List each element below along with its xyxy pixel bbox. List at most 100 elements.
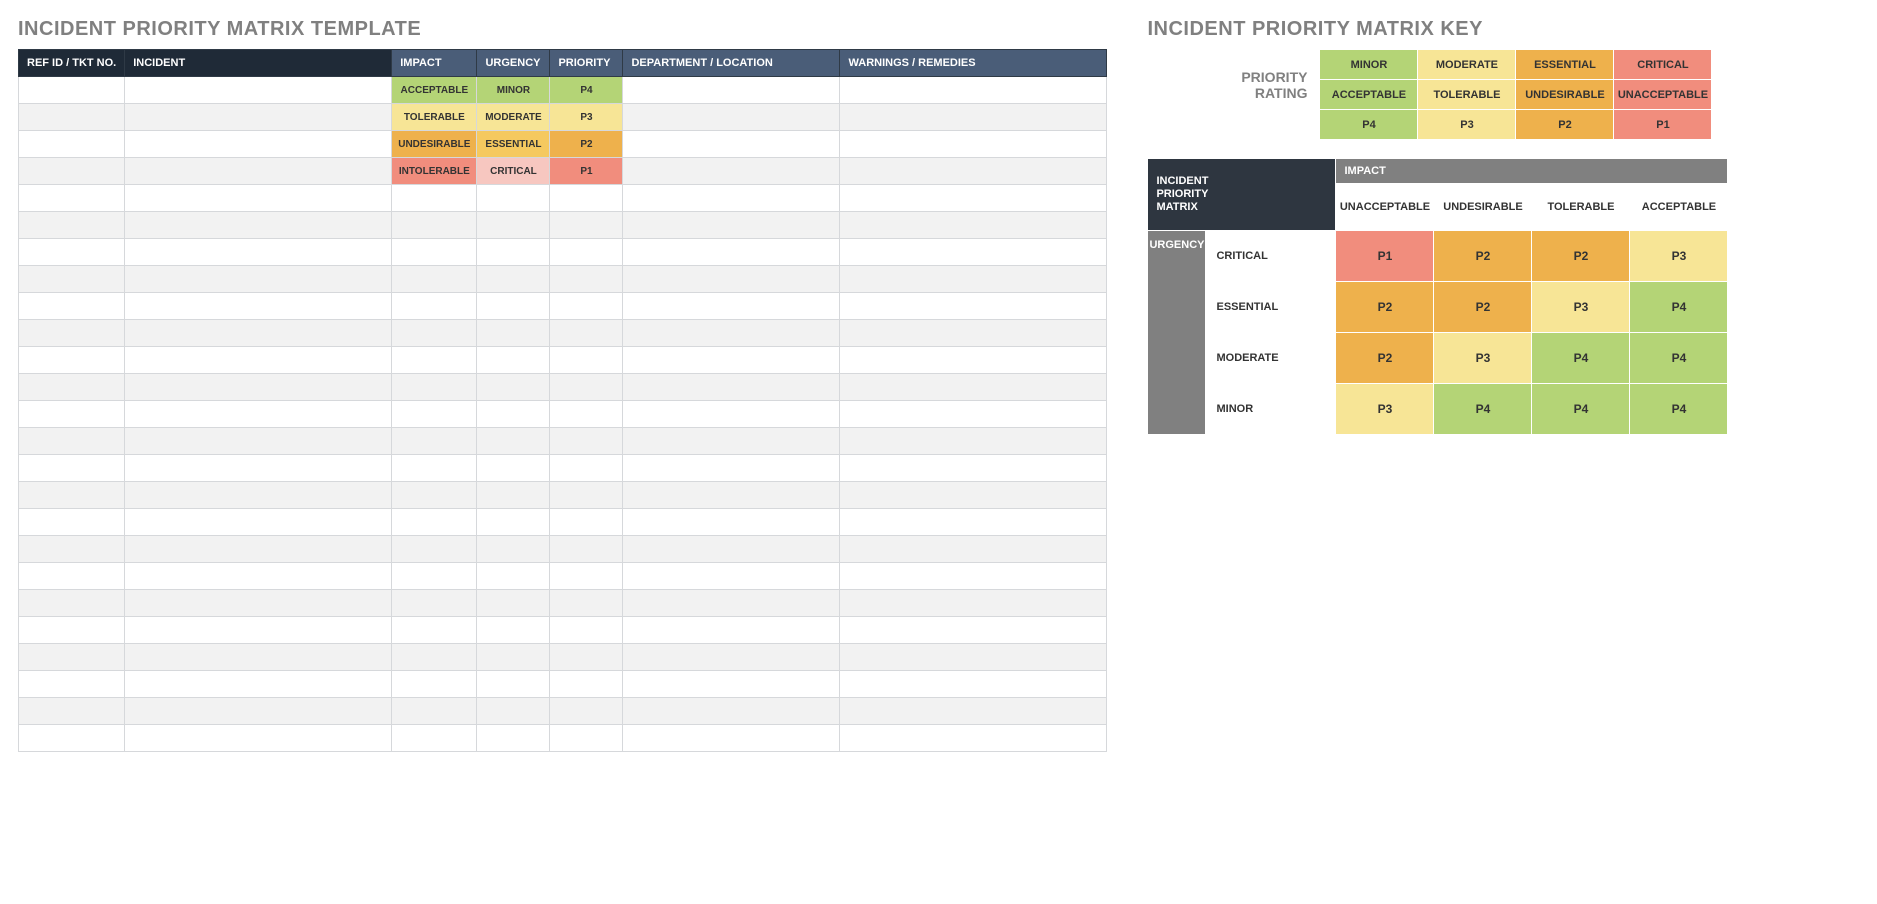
cell-blank[interactable] bbox=[623, 482, 840, 509]
cell-priority[interactable]: P4 bbox=[550, 77, 623, 104]
cell-blank[interactable] bbox=[477, 725, 550, 752]
cell-blank[interactable] bbox=[19, 320, 125, 347]
cell-blank[interactable] bbox=[477, 536, 550, 563]
cell-blank[interactable] bbox=[550, 185, 623, 212]
cell-blank[interactable] bbox=[623, 563, 840, 590]
cell-blank[interactable] bbox=[623, 725, 840, 752]
table-row[interactable] bbox=[19, 698, 1107, 725]
cell-blank[interactable] bbox=[840, 401, 1107, 428]
cell-blank[interactable] bbox=[840, 293, 1107, 320]
cell-blank[interactable] bbox=[840, 482, 1107, 509]
table-row[interactable] bbox=[19, 725, 1107, 752]
table-row[interactable] bbox=[19, 347, 1107, 374]
cell-urgency[interactable]: MODERATE bbox=[477, 104, 550, 131]
cell-blank[interactable] bbox=[19, 131, 125, 158]
cell-blank[interactable] bbox=[19, 374, 125, 401]
cell-blank[interactable] bbox=[392, 617, 477, 644]
cell-blank[interactable] bbox=[392, 536, 477, 563]
cell-blank[interactable] bbox=[19, 671, 125, 698]
cell-blank[interactable] bbox=[623, 104, 840, 131]
cell-blank[interactable] bbox=[550, 455, 623, 482]
cell-blank[interactable] bbox=[125, 563, 392, 590]
cell-blank[interactable] bbox=[840, 698, 1107, 725]
cell-blank[interactable] bbox=[125, 725, 392, 752]
cell-blank[interactable] bbox=[623, 509, 840, 536]
cell-blank[interactable] bbox=[477, 644, 550, 671]
cell-blank[interactable] bbox=[125, 131, 392, 158]
cell-blank[interactable] bbox=[125, 644, 392, 671]
table-row[interactable] bbox=[19, 185, 1107, 212]
cell-blank[interactable] bbox=[477, 293, 550, 320]
cell-blank[interactable] bbox=[125, 212, 392, 239]
cell-blank[interactable] bbox=[623, 239, 840, 266]
table-row[interactable]: TOLERABLEMODERATEP3 bbox=[19, 104, 1107, 131]
cell-blank[interactable] bbox=[392, 374, 477, 401]
cell-blank[interactable] bbox=[125, 401, 392, 428]
cell-blank[interactable] bbox=[392, 671, 477, 698]
cell-blank[interactable] bbox=[840, 590, 1107, 617]
cell-priority[interactable]: P3 bbox=[550, 104, 623, 131]
cell-blank[interactable] bbox=[840, 617, 1107, 644]
table-row[interactable] bbox=[19, 590, 1107, 617]
cell-blank[interactable] bbox=[550, 347, 623, 374]
cell-blank[interactable] bbox=[19, 617, 125, 644]
cell-blank[interactable] bbox=[125, 455, 392, 482]
cell-blank[interactable] bbox=[477, 698, 550, 725]
cell-blank[interactable] bbox=[550, 293, 623, 320]
cell-blank[interactable] bbox=[550, 212, 623, 239]
cell-blank[interactable] bbox=[125, 428, 392, 455]
table-row[interactable] bbox=[19, 428, 1107, 455]
cell-blank[interactable] bbox=[125, 374, 392, 401]
cell-blank[interactable] bbox=[477, 428, 550, 455]
cell-blank[interactable] bbox=[623, 347, 840, 374]
cell-blank[interactable] bbox=[623, 671, 840, 698]
table-row[interactable]: ACCEPTABLEMINORP4 bbox=[19, 77, 1107, 104]
cell-priority[interactable]: P2 bbox=[550, 131, 623, 158]
cell-blank[interactable] bbox=[477, 212, 550, 239]
cell-blank[interactable] bbox=[392, 590, 477, 617]
cell-blank[interactable] bbox=[392, 212, 477, 239]
cell-blank[interactable] bbox=[477, 347, 550, 374]
cell-blank[interactable] bbox=[392, 725, 477, 752]
cell-blank[interactable] bbox=[550, 698, 623, 725]
cell-blank[interactable] bbox=[125, 158, 392, 185]
cell-blank[interactable] bbox=[623, 158, 840, 185]
cell-blank[interactable] bbox=[19, 644, 125, 671]
cell-blank[interactable] bbox=[125, 77, 392, 104]
cell-blank[interactable] bbox=[392, 563, 477, 590]
cell-blank[interactable] bbox=[19, 401, 125, 428]
cell-impact[interactable]: INTOLERABLE bbox=[392, 158, 477, 185]
cell-urgency[interactable]: ESSENTIAL bbox=[477, 131, 550, 158]
cell-blank[interactable] bbox=[125, 482, 392, 509]
cell-blank[interactable] bbox=[125, 239, 392, 266]
cell-blank[interactable] bbox=[550, 239, 623, 266]
cell-blank[interactable] bbox=[550, 725, 623, 752]
cell-blank[interactable] bbox=[840, 536, 1107, 563]
cell-blank[interactable] bbox=[840, 509, 1107, 536]
cell-blank[interactable] bbox=[19, 293, 125, 320]
cell-blank[interactable] bbox=[477, 185, 550, 212]
table-row[interactable] bbox=[19, 509, 1107, 536]
cell-blank[interactable] bbox=[477, 320, 550, 347]
cell-blank[interactable] bbox=[19, 536, 125, 563]
cell-priority[interactable]: P1 bbox=[550, 158, 623, 185]
table-row[interactable] bbox=[19, 536, 1107, 563]
table-row[interactable] bbox=[19, 671, 1107, 698]
cell-blank[interactable] bbox=[550, 563, 623, 590]
cell-impact[interactable]: ACCEPTABLE bbox=[392, 77, 477, 104]
cell-blank[interactable] bbox=[623, 320, 840, 347]
cell-blank[interactable] bbox=[19, 563, 125, 590]
cell-blank[interactable] bbox=[623, 698, 840, 725]
cell-blank[interactable] bbox=[392, 401, 477, 428]
cell-blank[interactable] bbox=[19, 77, 125, 104]
cell-blank[interactable] bbox=[840, 185, 1107, 212]
table-row[interactable] bbox=[19, 293, 1107, 320]
cell-blank[interactable] bbox=[19, 590, 125, 617]
cell-blank[interactable] bbox=[19, 347, 125, 374]
cell-blank[interactable] bbox=[477, 671, 550, 698]
cell-blank[interactable] bbox=[840, 347, 1107, 374]
cell-blank[interactable] bbox=[392, 428, 477, 455]
cell-blank[interactable] bbox=[392, 698, 477, 725]
cell-blank[interactable] bbox=[125, 671, 392, 698]
cell-blank[interactable] bbox=[840, 131, 1107, 158]
